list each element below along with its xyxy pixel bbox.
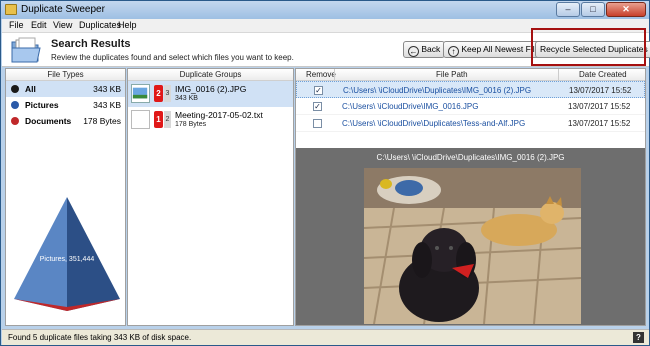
file-row[interactable]: ✓ C:\Users\ \iCloudDrive\Duplicates\IMG_… [296, 81, 645, 98]
preview-photo [364, 168, 581, 324]
date-column-header[interactable]: Date Created [579, 69, 627, 80]
documents-dot-icon [11, 117, 19, 125]
menu-edit[interactable]: Edit [31, 20, 47, 30]
pictures-dot-icon [11, 101, 19, 109]
file-row[interactable]: C:\Users\ \iCloudDrive\Duplicates\Tess-a… [296, 115, 645, 132]
file-type-size: 343 KB [93, 100, 121, 110]
back-label: Back [421, 44, 441, 54]
all-dot-icon [11, 85, 19, 93]
maximize-button[interactable]: □ [581, 2, 605, 17]
file-list-pane: Remove File Path Date Created ✓ C:\Users… [295, 68, 646, 326]
group-name: IMG_0016 (2).JPG [175, 84, 247, 94]
keep-newest-icon: ↑ [448, 46, 459, 57]
help-icon[interactable]: ? [633, 332, 644, 343]
file-date: 13/07/2017 15:52 [569, 86, 632, 95]
status-bar: Found 5 duplicate files taking 343 KB of… [2, 329, 649, 345]
file-row[interactable]: ✓ C:\Users\ \iCloudDrive\IMG_0016.JPG 13… [296, 98, 645, 115]
duplicate-count-badge: 1 [154, 111, 163, 128]
duplicate-count-badge: 2 [154, 85, 163, 102]
app-icon [5, 4, 17, 15]
file-type-label: Documents [25, 116, 72, 126]
file-types-pane: File Types All 343 KB Pictures 343 KB Do… [5, 68, 126, 326]
pyramid-left-face [14, 197, 67, 311]
page-subtitle: Review the duplicates found and select w… [51, 53, 294, 62]
remove-checkbox[interactable] [313, 119, 322, 128]
file-list-header: Remove File Path Date Created [296, 69, 645, 81]
file-type-all[interactable]: All 343 KB [6, 81, 125, 97]
file-date: 13/07/2017 15:52 [568, 119, 631, 128]
duplicate-groups-pane: Duplicate Groups 2 3 IMG_0016 (2).JPG 34… [127, 68, 294, 326]
file-type-size: 178 Bytes [83, 116, 121, 126]
file-type-pictures[interactable]: Pictures 343 KB [6, 97, 125, 113]
pyramid-right-face [67, 197, 120, 311]
file-types-header: File Types [6, 69, 125, 81]
close-button[interactable]: ✕ [606, 2, 646, 17]
remove-checkbox[interactable]: ✓ [313, 102, 322, 111]
file-path: C:\Users\ \iCloudDrive\Duplicates\IMG_00… [343, 86, 532, 95]
window-title: Duplicate Sweeper [21, 4, 105, 15]
menu-file[interactable]: File [9, 20, 24, 30]
app-window: Duplicate Sweeper – □ ✕ File Edit View D… [0, 0, 650, 346]
pyramid-label: Pictures, 351,444 [40, 256, 95, 263]
path-column-header[interactable]: File Path [436, 69, 468, 80]
file-count-badge: 2 [164, 111, 171, 128]
remove-checkbox[interactable]: ✓ [314, 86, 323, 95]
file-path: C:\Users\ \iCloudDrive\IMG_0016.JPG [342, 102, 479, 111]
image-thumbnail-icon [131, 84, 150, 103]
group-name: Meeting-2017-05-02.txt [175, 110, 263, 120]
duplicate-group-item[interactable]: 2 3 IMG_0016 (2).JPG 343 KB [128, 81, 293, 107]
remove-column-header[interactable]: Remove [306, 69, 336, 80]
status-text: Found 5 duplicate files taking 343 KB of… [8, 333, 192, 342]
menu-duplicates[interactable]: Duplicates [79, 20, 121, 30]
menu-view[interactable]: View [53, 20, 72, 30]
page-title: Search Results [51, 38, 131, 50]
duplicate-groups-header: Duplicate Groups [128, 69, 293, 81]
title-bar: Duplicate Sweeper – □ ✕ [1, 1, 649, 19]
preview-caption: C:\Users\ \iCloudDrive\Duplicates\IMG_00… [376, 153, 565, 162]
file-type-documents[interactable]: Documents 178 Bytes [6, 113, 125, 129]
file-type-size: 343 KB [93, 84, 121, 94]
duplicate-group-item[interactable]: 1 2 Meeting-2017-05-02.txt 178 Bytes [128, 107, 293, 133]
back-arrow-icon: ← [408, 46, 419, 57]
file-date: 13/07/2017 15:52 [568, 102, 631, 111]
file-type-label: All [25, 84, 36, 94]
document-thumbnail-icon [131, 110, 150, 129]
image-preview-panel: C:\Users\ \iCloudDrive\Duplicates\IMG_00… [296, 148, 645, 325]
back-button[interactable]: ← Back [403, 41, 446, 58]
group-size: 343 KB [175, 95, 198, 102]
folder-icon [11, 37, 41, 63]
file-type-label: Pictures [25, 100, 59, 110]
highlight-annotation [531, 28, 646, 66]
menu-help[interactable]: Help [118, 20, 137, 30]
file-path: C:\Users\ \iCloudDrive\Duplicates\Tess-a… [342, 119, 526, 128]
file-count-badge: 3 [164, 85, 171, 102]
minimize-button[interactable]: – [556, 2, 580, 17]
file-type-pyramid-chart: Pictures, 351,444 [14, 197, 120, 311]
group-size: 178 Bytes [175, 121, 207, 128]
